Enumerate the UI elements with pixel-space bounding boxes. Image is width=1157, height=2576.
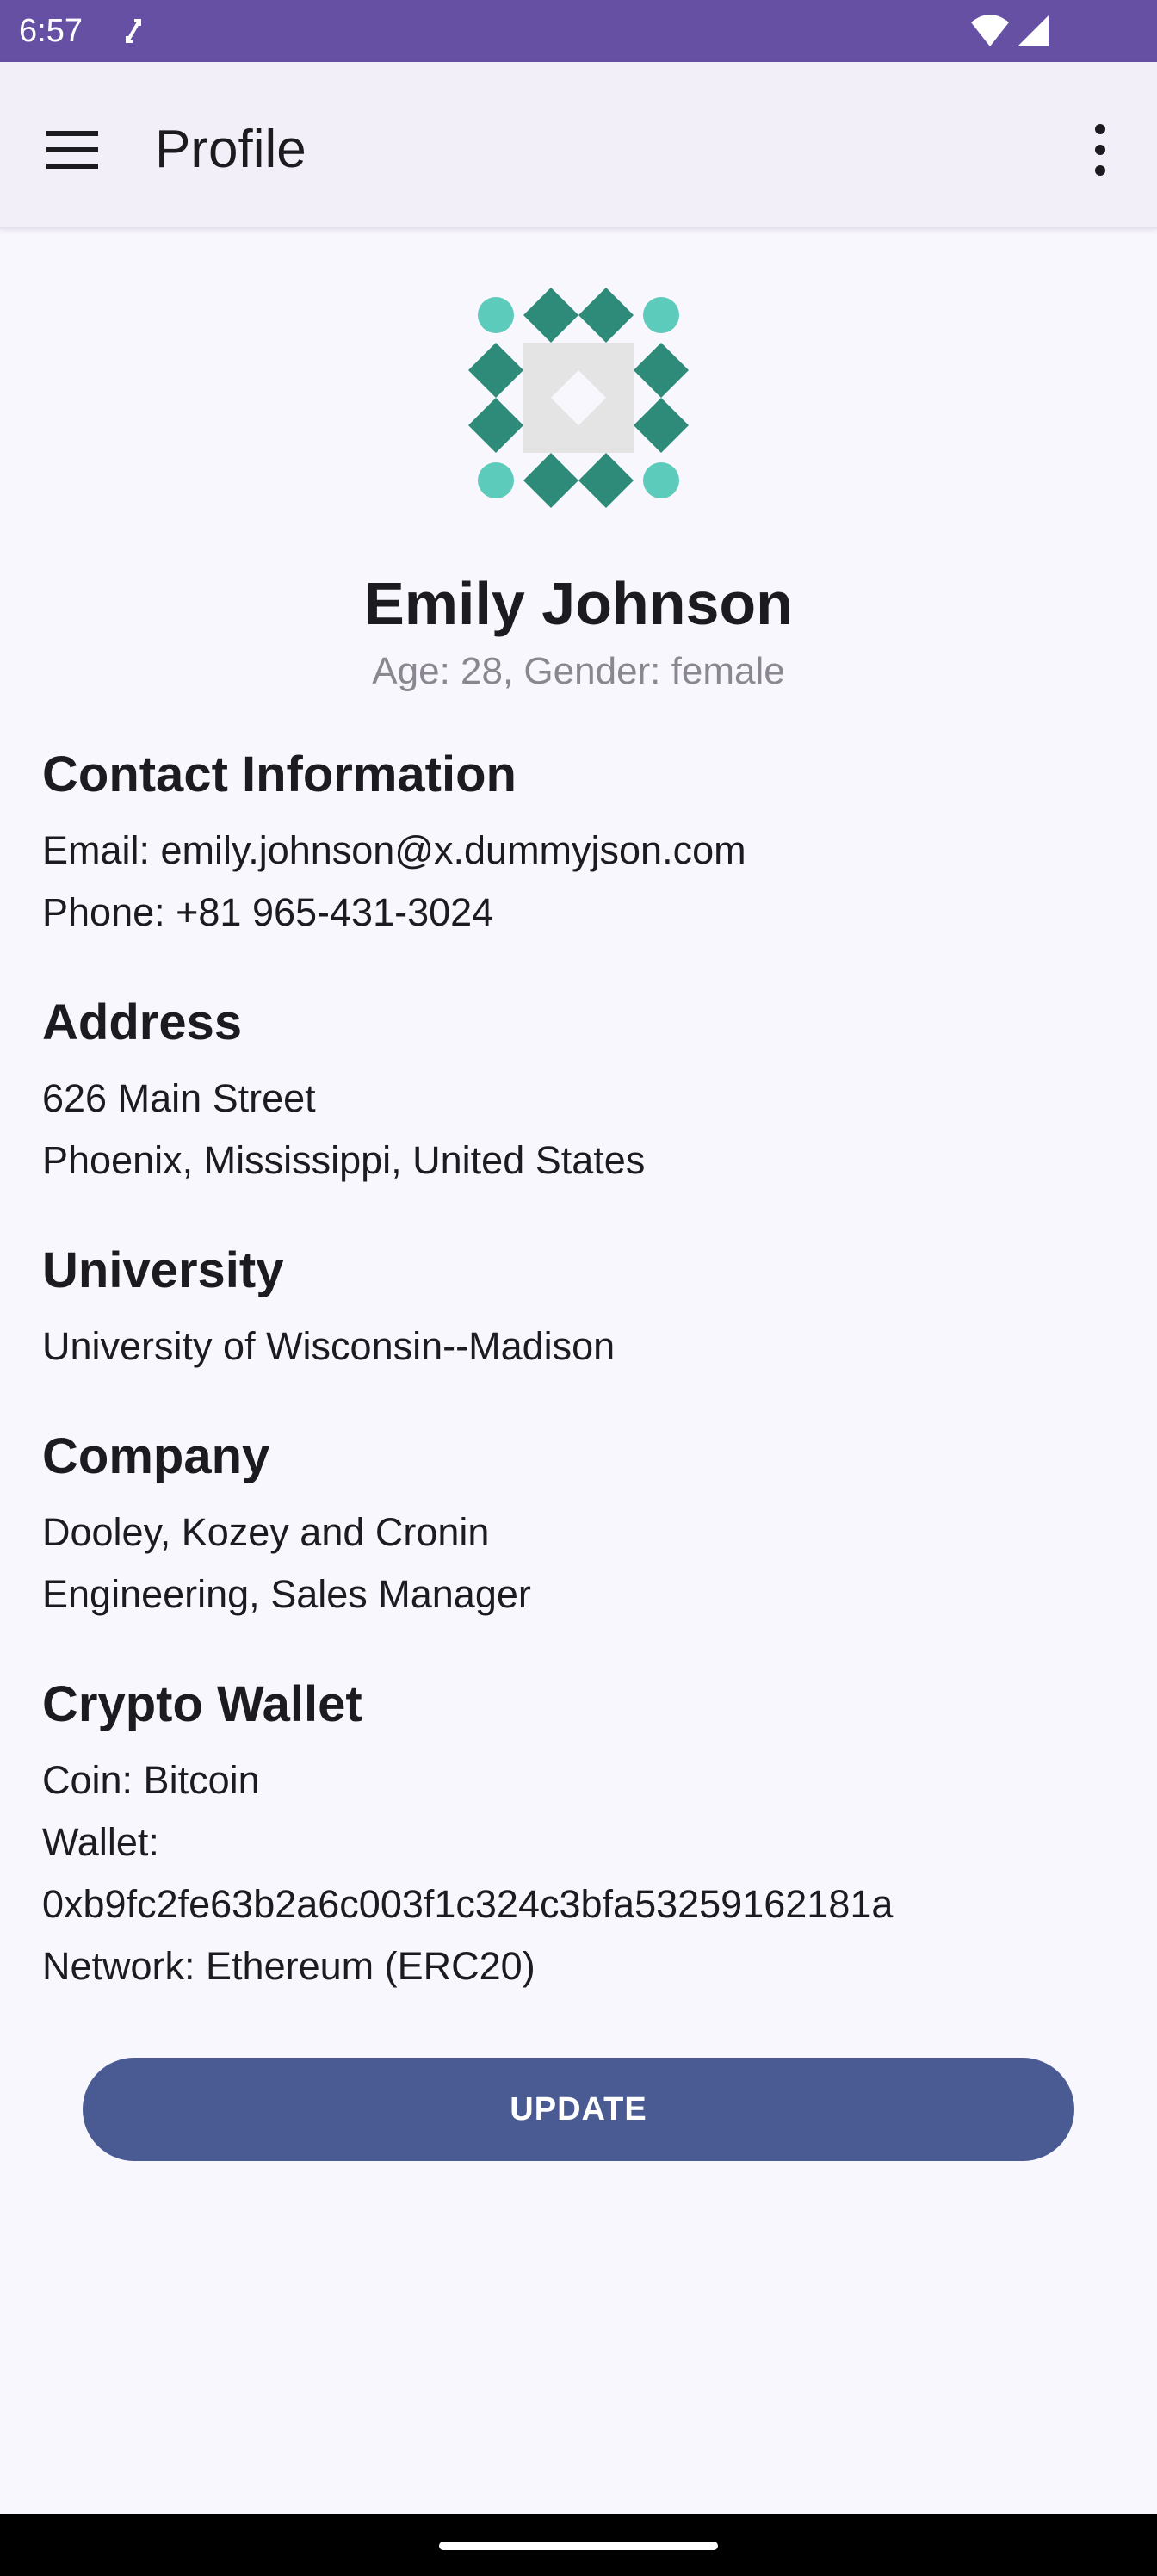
company-name: Dooley, Kozey and Cronin: [42, 1510, 490, 1554]
university-section-title: University: [42, 1242, 284, 1298]
avatar: [467, 286, 690, 510]
wifi-icon: [969, 14, 1011, 48]
profile-name: Emily Johnson: [364, 570, 793, 637]
top-app-bar: Profile: [0, 62, 1157, 229]
company-role: Engineering, Sales Manager: [42, 1572, 531, 1616]
more-vert-icon[interactable]: [1062, 112, 1138, 188]
page-title: Profile: [155, 120, 306, 179]
hamburger-menu-icon[interactable]: [34, 112, 110, 188]
address-city: Phoenix, Mississippi, United States: [42, 1138, 646, 1182]
address-section-title: Address: [42, 994, 243, 1050]
crypto-wallet-address: 0xb9fc2fe63b2a6c003f1c324c3bfa5325916218…: [42, 1882, 894, 1926]
home-indicator[interactable]: [439, 2542, 718, 2550]
crypto-coin: Coin: Bitcoin: [42, 1758, 260, 1802]
crypto-section: Crypto Wallet Coin: Bitcoin Wallet: 0xb9…: [42, 1672, 1118, 1997]
contact-section: Contact Information Email: emily.johnson…: [42, 742, 1118, 944]
contact-phone: Phone: +81 965-431-3024: [42, 890, 494, 934]
contact-email: Email: emily.johnson@x.dummyjson.com: [42, 828, 746, 872]
contact-section-title: Contact Information: [42, 746, 517, 802]
address-section: Address 626 Main Street Phoenix, Mississ…: [42, 990, 1118, 1192]
address-street: 626 Main Street: [42, 1076, 316, 1120]
cell-signal-icon: [1016, 14, 1050, 48]
sync-icon: [121, 14, 146, 48]
company-section: Company Dooley, Kozey and Cronin Enginee…: [42, 1424, 1118, 1625]
navigation-bar: [0, 2514, 1157, 2576]
university-section: University University of Wisconsin--Madi…: [42, 1238, 1118, 1378]
crypto-wallet-label: Wallet:: [42, 1820, 159, 1864]
update-button[interactable]: UPDATE: [83, 2058, 1074, 2161]
status-time: 6:57: [19, 13, 83, 49]
company-section-title: Company: [42, 1428, 270, 1484]
profile-age-gender: Age: 28, Gender: female: [372, 650, 785, 692]
university-name: University of Wisconsin--Madison: [42, 1324, 616, 1368]
status-bar: 6:57: [0, 0, 1157, 62]
crypto-network: Network: Ethereum (ERC20): [42, 1944, 535, 1988]
crypto-section-title: Crypto Wallet: [42, 1676, 362, 1732]
